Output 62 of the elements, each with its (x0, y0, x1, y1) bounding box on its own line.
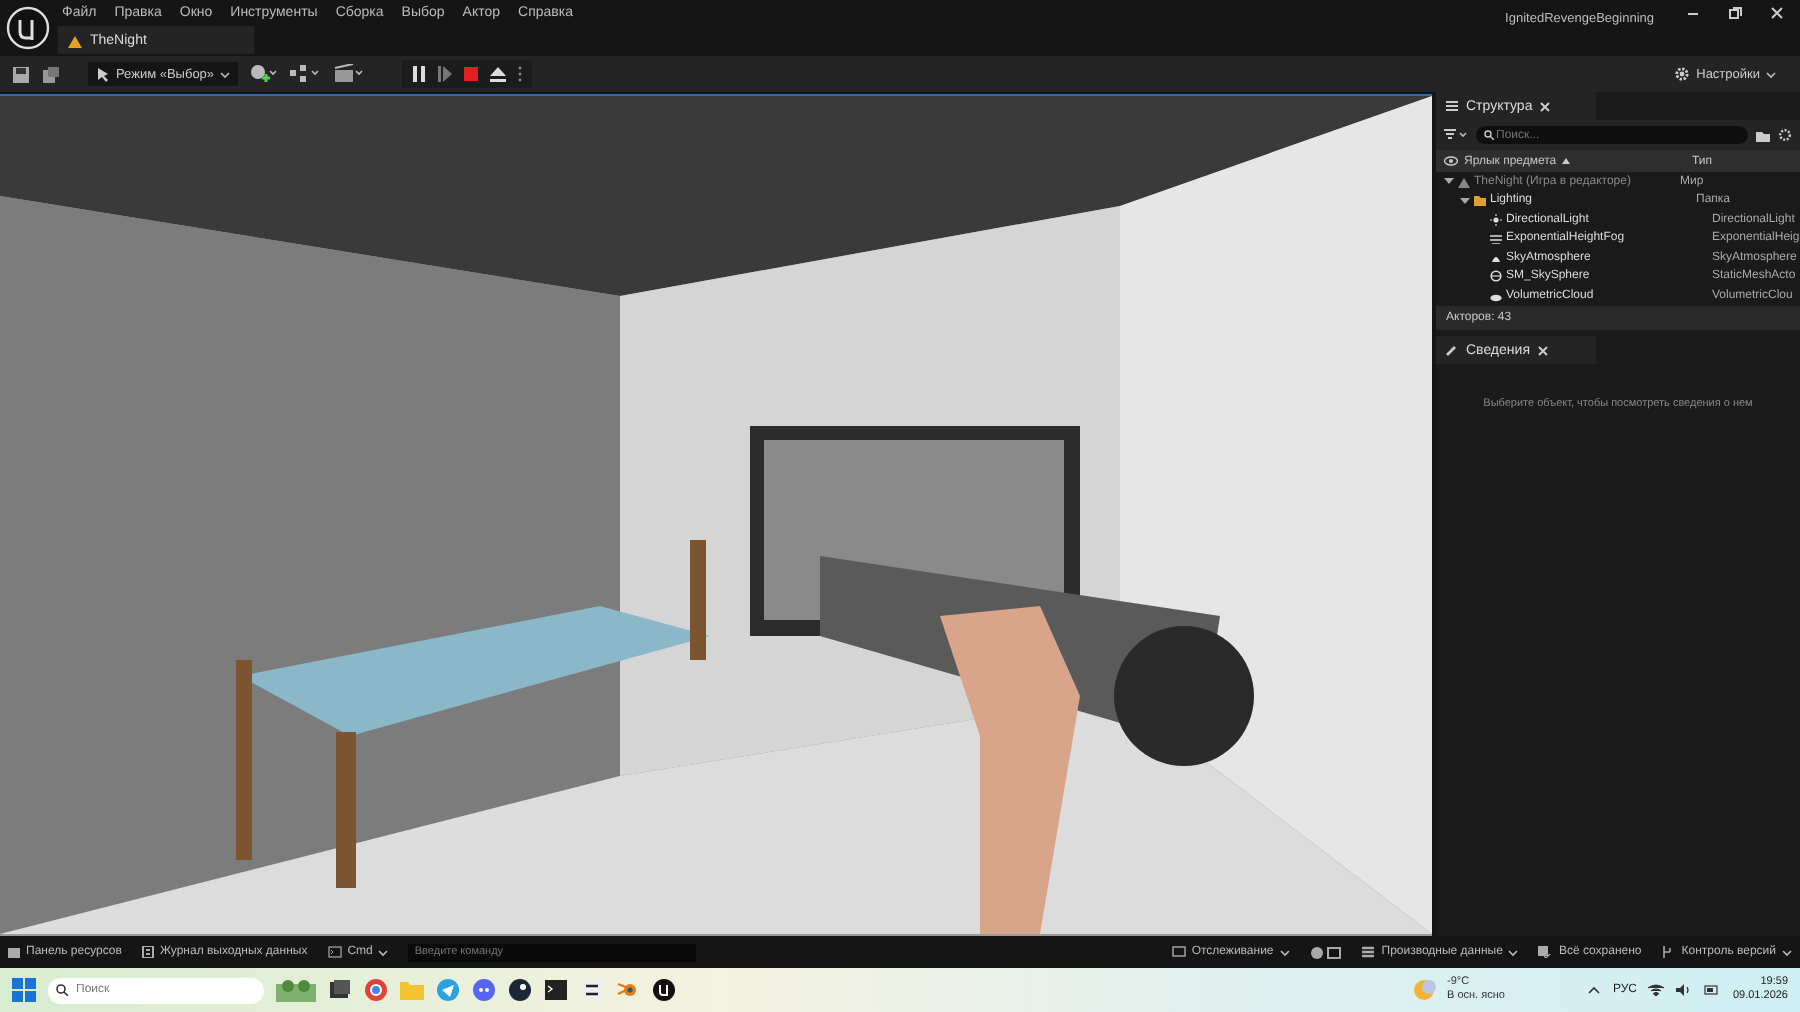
caret-icon (1508, 947, 1519, 957)
caret-icon (378, 947, 389, 957)
level-icon (68, 33, 82, 47)
branch-icon (1661, 946, 1676, 958)
sphere-icon (1490, 270, 1502, 283)
unreal-logo-icon[interactable] (652, 978, 676, 1002)
sort-icon (1562, 158, 1571, 164)
pencil-icon (1446, 344, 1458, 356)
unreal-logo-icon[interactable] (6, 6, 50, 50)
chat-app-icon[interactable] (472, 978, 496, 1002)
settings-icon[interactable] (1778, 128, 1792, 142)
dome-icon (1490, 251, 1502, 264)
content-drawer-icon (8, 946, 20, 958)
log-icon (141, 946, 154, 958)
fog-icon (1490, 232, 1502, 245)
camera-icon[interactable] (1309, 945, 1342, 959)
content-icon[interactable] (42, 65, 60, 83)
wifi-icon[interactable] (1648, 984, 1665, 996)
save-icon[interactable] (12, 65, 30, 83)
monitor-icon (1171, 946, 1186, 958)
stack-icon (1361, 946, 1376, 958)
caret-icon (1766, 69, 1776, 79)
expand-arrow-icon[interactable] (1460, 195, 1470, 206)
step-icon[interactable] (438, 66, 453, 82)
paper-plane-icon[interactable] (436, 978, 460, 1002)
caret-icon (1782, 947, 1792, 957)
battery-icon[interactable] (1704, 984, 1721, 996)
stop-icon[interactable] (464, 66, 479, 82)
expand-arrow-icon[interactable] (1444, 176, 1454, 187)
filter-icon[interactable] (1444, 128, 1468, 142)
restore-icon[interactable] (1728, 6, 1742, 20)
terminal-icon (327, 946, 342, 958)
round-app-icon[interactable] (508, 978, 532, 1002)
eject-icon[interactable] (490, 66, 507, 82)
pause-icon[interactable] (412, 66, 427, 82)
list-icon (1446, 100, 1458, 112)
close-icon[interactable] (1540, 101, 1551, 111)
caret-icon (220, 69, 231, 79)
eye-icon[interactable] (1444, 156, 1458, 166)
caret-icon (1279, 947, 1290, 957)
windows-start-icon[interactable] (12, 978, 36, 1002)
task-view-icon[interactable] (328, 978, 352, 1002)
cloud-icon (1490, 289, 1502, 302)
folder-icon (1474, 194, 1486, 207)
clapperboard-icon[interactable] (334, 64, 367, 84)
settings-icon (1674, 66, 1691, 82)
landscape-icon (276, 978, 316, 1002)
save-check-icon (1538, 946, 1553, 958)
triangle-icon (1458, 175, 1470, 188)
more-icon[interactable] (518, 66, 523, 82)
light-icon (1490, 213, 1502, 226)
close-icon[interactable] (1537, 345, 1548, 355)
cursor-icon (96, 67, 110, 81)
app-icon[interactable] (580, 978, 604, 1002)
speaker-icon[interactable] (1676, 984, 1693, 996)
terminal-icon[interactable] (544, 978, 568, 1002)
close-icon[interactable] (1770, 6, 1784, 20)
add-actor-icon[interactable] (250, 64, 279, 84)
folder-icon[interactable] (1756, 129, 1770, 141)
search-icon (56, 984, 68, 996)
search-icon (1484, 130, 1494, 140)
caret-up-icon[interactable] (1588, 986, 1601, 994)
